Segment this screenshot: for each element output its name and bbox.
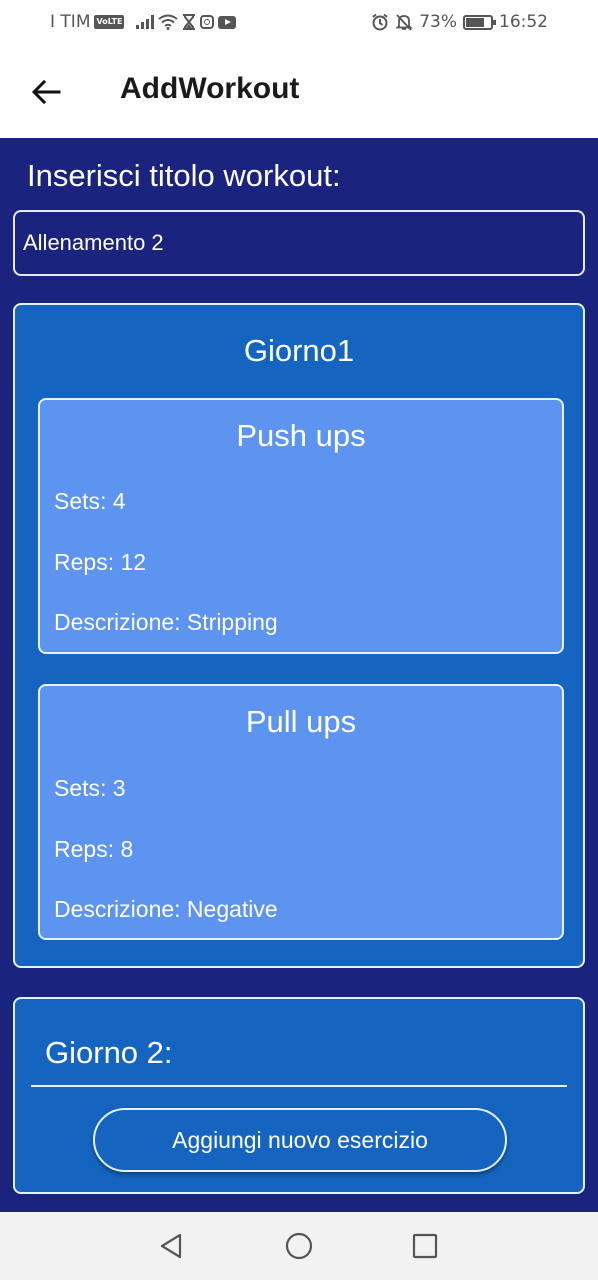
exercise-description: Descrizione: Negative [54, 896, 278, 922]
app-bar: AddWorkout [0, 46, 598, 138]
nav-back-button[interactable] [153, 1228, 189, 1264]
clock: 16:52 [499, 12, 548, 32]
hourglass-icon [183, 14, 196, 30]
day-title: Giorno 2: [45, 1035, 173, 1070]
workout-title-label: Inserisci titolo workout: [27, 158, 341, 193]
volte-icon: VoLTE [94, 15, 125, 29]
exercise-card[interactable]: Pull ups Sets: 3 Reps: 8 Descrizione: Ne… [38, 684, 564, 940]
youtube-icon [218, 15, 237, 29]
battery-percent: 73% [419, 12, 457, 32]
carrier-name: I TIM [50, 12, 91, 32]
square-recents-icon [412, 1233, 438, 1259]
exercise-sets: Sets: 4 [54, 488, 126, 514]
exercise-description: Descrizione: Stripping [54, 609, 278, 635]
day-card: Giorno 2: Aggiungi nuovo esercizio [13, 997, 585, 1194]
exercise-name: Push ups [236, 418, 366, 453]
day-title: Giorno1 [243, 333, 355, 368]
page-title: AddWorkout [120, 72, 300, 105]
exercise-sets: Sets: 3 [54, 775, 126, 801]
triangle-back-icon [160, 1233, 182, 1259]
nav-home-button[interactable] [281, 1228, 317, 1264]
circle-home-icon [285, 1232, 313, 1260]
back-button[interactable] [22, 70, 70, 114]
divider [31, 1085, 567, 1087]
exercise-name: Pull ups [245, 704, 357, 739]
alarm-icon [372, 13, 388, 31]
arrow-back-icon [31, 79, 61, 105]
status-right: 73% 16:52 [371, 12, 548, 32]
day-card: Giorno1 Push ups Sets: 4 Reps: 12 Descri… [13, 303, 585, 968]
system-nav-bar [0, 1212, 598, 1280]
battery-icon [463, 14, 496, 30]
exercise-card[interactable]: Push ups Sets: 4 Reps: 12 Descrizione: S… [38, 398, 564, 654]
exercise-reps: Reps: 8 [54, 836, 134, 862]
add-exercise-button[interactable]: Aggiungi nuovo esercizio [93, 1108, 507, 1172]
status-bar: I TIM VoLTE 73% 16:52 [0, 0, 598, 46]
nav-recents-button[interactable] [407, 1228, 443, 1264]
wifi-icon [158, 14, 179, 30]
workout-title-input[interactable]: Allenamento 2 [13, 210, 585, 276]
status-left: I TIM VoLTE [50, 12, 237, 32]
signal-icon [136, 15, 155, 29]
instagram-icon [200, 15, 215, 29]
workout-form: Inserisci titolo workout: Allenamento 2 … [0, 138, 598, 1212]
exercise-reps: Reps: 12 [54, 549, 147, 575]
notifications-off-icon [395, 14, 413, 31]
